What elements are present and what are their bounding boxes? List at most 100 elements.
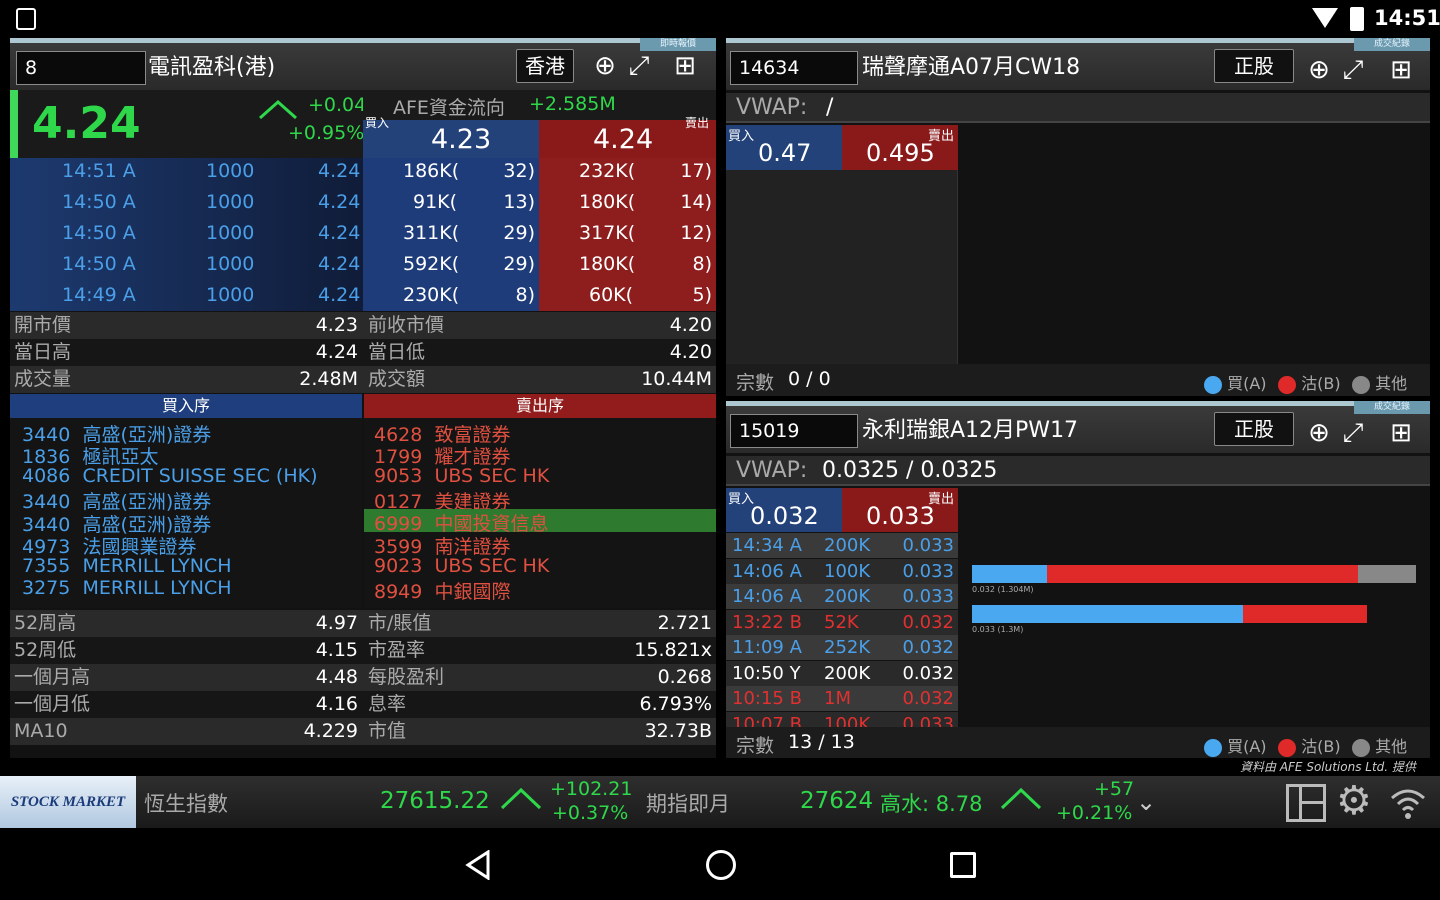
wifi-icon [1312, 8, 1338, 28]
count-value: 13 / 13 [788, 731, 855, 753]
volume-bar-segment-red [1242, 605, 1368, 623]
futures-change: +57 [1094, 778, 1135, 800]
underlying-button[interactable]: 正股 [1214, 412, 1294, 446]
battery-icon [1350, 7, 1364, 31]
expand-icon[interactable]: ⤢ [624, 51, 654, 81]
add-icon[interactable]: ⊕ [590, 51, 620, 81]
broker-row: 7355 MERRILL LYNCH [22, 555, 232, 577]
bid-queue-row: 186K(32) [403, 160, 535, 182]
recents-icon[interactable] [950, 852, 976, 878]
home-icon[interactable] [706, 850, 736, 880]
notification-icon [16, 8, 36, 30]
trade-row: 14:50 A 1000 4.24 [62, 191, 361, 213]
legend-other: 其他 [1352, 370, 1407, 394]
footer-bar: 宗數 13 / 13 買(A) 沽(B) 其他 [726, 727, 1430, 758]
ask-label: 賣出 [685, 116, 710, 130]
stock-code-input[interactable]: 8 [16, 51, 146, 85]
volume-bar-1 [972, 605, 1416, 623]
ask-price: 0.495 [866, 139, 935, 167]
trade-list-empty [726, 170, 958, 364]
trade-row: 14:51 A 1000 4.24 [62, 160, 361, 182]
bid-box: 買入 0.47 [726, 125, 842, 170]
trade-row: 10:15 B 1M 0.032 [726, 686, 958, 711]
vwap-value: 0.0325 / 0.0325 [822, 458, 998, 483]
panel-tag: 成交紀錄 [1354, 401, 1430, 414]
wifi-icon [1388, 784, 1428, 824]
expand-icon[interactable]: ⤢ [1338, 418, 1368, 448]
legend-sell: 沽(B) [1278, 733, 1341, 757]
underlying-button[interactable]: 正股 [1214, 49, 1294, 83]
day-stats: 開市價 4.23 前收市價 4.20 當日高 4.24 當日低 4.20 成交量 2.48M 成… [10, 312, 716, 393]
stat-row: 一個月低 4.16 息率 6.793% [10, 691, 716, 718]
last-price: 4.24 [32, 98, 141, 149]
broker-row: 8949 中銀國際 [374, 581, 511, 603]
trade-row: 10:50 Y 200K 0.032 [726, 660, 958, 686]
stat-row: 一個月高 4.48 每股盈利 0.268 [10, 664, 716, 691]
grid-icon[interactable]: ⊞ [670, 51, 700, 81]
panel-header: 成交紀錄 14634 瑞聲摩通A07月CW18 正股 ⊕ ⤢ ⊞ [726, 38, 1430, 90]
add-icon[interactable]: ⊕ [1304, 418, 1334, 448]
panel-tag: 即時報價 [640, 38, 716, 51]
layout-icon[interactable] [1286, 784, 1326, 822]
ask-box: 賣出 0.033 [842, 488, 958, 532]
legend-buy: 買(A) [1204, 733, 1267, 757]
fundamental-stats: 52周高 4.97 市/賬值 2.721 52周低 4.15 市盈率 15.821x 一個月… [10, 610, 716, 750]
grid-icon[interactable]: ⊞ [1386, 55, 1416, 85]
expand-icon[interactable]: ⤢ [1338, 55, 1368, 85]
footer-bar: 宗數 0 / 0 買(A) 沽(B) 其他 [726, 364, 1430, 396]
market-button[interactable]: 香港 [516, 49, 574, 83]
status-time: 14:51 [1374, 6, 1440, 30]
broker-bid-header: 買入序 [10, 394, 362, 418]
volume-bar-segment-blue [972, 605, 1243, 623]
stock-name: 永利瑞銀A12月PW17 [862, 418, 1079, 443]
data-provider-note: 資料由 AFE Solutions Ltd. 提供 [1240, 760, 1416, 774]
vwap-label: VWAP: [736, 95, 808, 120]
bid-queue-row: 230K(8) [403, 284, 535, 306]
stock-code-input[interactable]: 14634 [730, 51, 858, 85]
stat-row: MA10 4.229 市值 32.73B [10, 718, 716, 745]
grid-icon[interactable]: ⊞ [1386, 418, 1416, 448]
trade-row: 10:07 B 100K 0.033 [726, 711, 958, 727]
count-value: 0 / 0 [788, 368, 831, 390]
price-change-pct: +0.95% [288, 122, 365, 144]
price-block: 4.24 +0.04 +0.95% [10, 90, 366, 158]
trade-list: 14:34 A 200K 0.033 14:06 A 100K 0.033 14:06 … [726, 533, 958, 727]
stock-name: 電訊盈科(港) [148, 55, 276, 80]
volume-bar-label-1: 0.033 (1.3M) [972, 625, 1024, 634]
trade-record-panel-top: 成交紀錄 14634 瑞聲摩通A07月CW18 正股 ⊕ ⤢ ⊞ VWAP: /… [726, 38, 1430, 396]
trade-row: 14:34 A 200K 0.033 [726, 533, 958, 558]
stock-code-input[interactable]: 15019 [730, 414, 858, 448]
bid-price: 4.23 [431, 124, 492, 155]
trade-row: 14:49 A 1000 4.24 [62, 284, 361, 306]
up-arrow-icon [500, 786, 542, 814]
bid-box: 買入 4.23 [363, 116, 539, 158]
back-icon[interactable] [464, 849, 492, 884]
stat-row: 當日高 4.24 當日低 4.20 [10, 339, 716, 366]
bid-queue: 186K(32) 91K(13) 311K(29) 592K(29) 230K(… [363, 158, 539, 311]
hsi-label: 恆生指數 [144, 792, 228, 816]
futures-value: 27624 [800, 788, 874, 814]
legend-buy: 買(A) [1204, 370, 1267, 394]
vwap-bar: VWAP: 0.0325 / 0.0325 [726, 456, 1430, 486]
vwap-value: / [826, 95, 834, 120]
stock-name: 瑞聲摩通A07月CW18 [862, 55, 1081, 80]
navigation-bar [0, 828, 1440, 900]
broker-row-highlighted: 6999 中國投資信息 [364, 509, 716, 535]
ask-price: 4.24 [593, 124, 654, 155]
bid-price: 0.032 [750, 502, 819, 530]
ask-queue-row: 232K(17) [579, 160, 712, 182]
chevron-down-icon[interactable]: ⌄ [1136, 788, 1156, 816]
broker-row: 3275 MERRILL LYNCH [22, 577, 232, 599]
trade-row: 14:50 A 1000 4.24 [62, 222, 361, 244]
bid-queue-row: 91K(13) [413, 191, 535, 213]
broker-ask-header: 賣出序 [364, 394, 716, 418]
ask-box: 賣出 0.495 [842, 125, 958, 170]
app-logo[interactable]: STOCK MARKET [0, 776, 136, 828]
trade-row: 13:22 B 52K 0.032 [726, 609, 958, 635]
add-icon[interactable]: ⊕ [1304, 55, 1334, 85]
vwap-label: VWAP: [736, 458, 808, 483]
gear-icon[interactable]: ⚙ [1336, 778, 1372, 824]
hsi-change: +102.21 [550, 778, 633, 800]
quote-header: 即時報價 8 電訊盈科(港) 香港 ⊕ ⤢ ⊞ [10, 38, 716, 90]
up-arrow-icon [258, 98, 297, 120]
